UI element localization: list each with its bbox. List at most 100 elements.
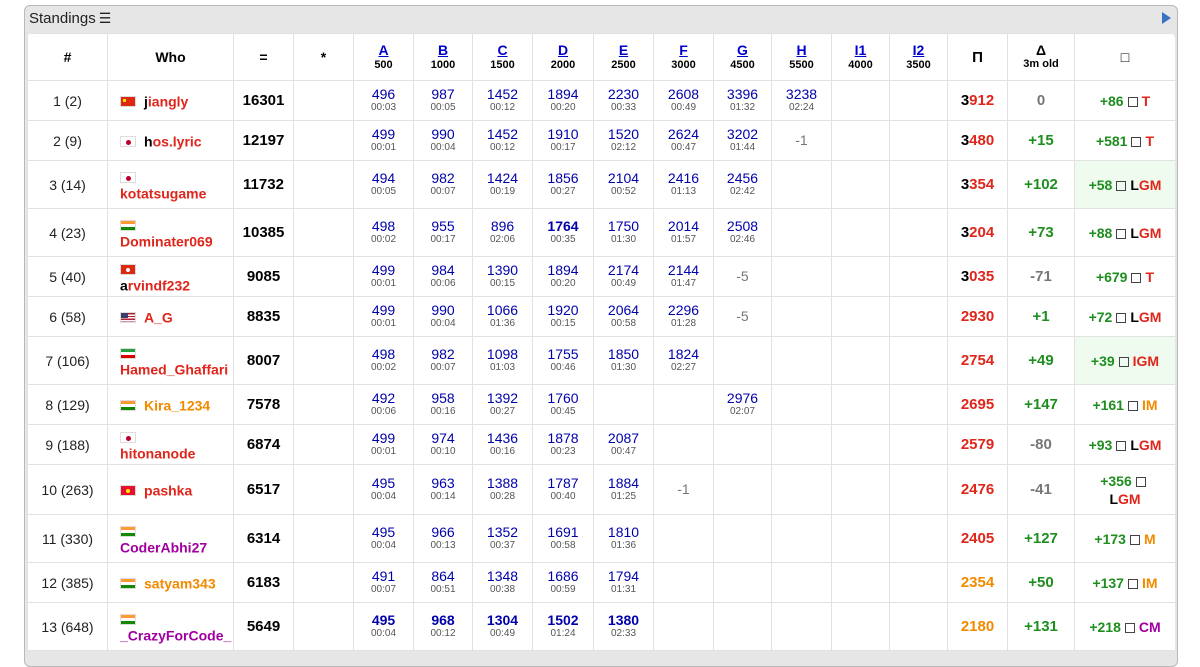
problem-header-e[interactable]: E 2500	[593, 33, 654, 81]
problem-result-cell[interactable]: 984 00:06	[413, 256, 473, 297]
problem-result-cell[interactable]: 1920 00:15	[532, 296, 594, 337]
problem-result-cell[interactable]: 2144 01:47	[653, 256, 714, 297]
problem-result-cell[interactable]	[713, 562, 772, 603]
problem-result-cell[interactable]: -5	[713, 296, 772, 337]
problem-result-cell[interactable]: 1787 00:40	[532, 464, 594, 515]
problem-result-cell[interactable]: 3396 01:32	[713, 80, 772, 121]
problem-result-cell[interactable]	[831, 80, 890, 121]
participant-handle[interactable]: hitonanode	[120, 445, 195, 461]
problem-result-cell[interactable]	[653, 602, 714, 651]
problem-result-cell[interactable]	[831, 514, 890, 563]
problem-result-cell[interactable]	[889, 208, 948, 257]
problem-result-cell[interactable]	[713, 514, 772, 563]
participant-handle[interactable]: hos.lyric	[144, 133, 202, 149]
problem-result-cell[interactable]	[713, 464, 772, 515]
participant-handle[interactable]: pashka	[144, 482, 192, 498]
problem-result-cell[interactable]: 1380 02:33	[593, 602, 654, 651]
problem-link[interactable]: D	[533, 42, 593, 58]
problem-result-cell[interactable]: 492 00:06	[353, 384, 414, 425]
problem-result-cell[interactable]: 2508 02:46	[713, 208, 772, 257]
problem-header-d[interactable]: D 2000	[532, 33, 594, 81]
problem-result-cell[interactable]	[831, 424, 890, 465]
problem-result-cell[interactable]: 495 00:04	[353, 602, 414, 651]
problem-result-cell[interactable]: 1352 00:37	[472, 514, 533, 563]
problem-result-cell[interactable]: 1436 00:16	[472, 424, 533, 465]
problem-result-cell[interactable]: 1764 00:35	[532, 208, 594, 257]
problem-result-cell[interactable]	[771, 208, 832, 257]
problem-result-cell[interactable]: -5	[713, 256, 772, 297]
problem-result-cell[interactable]: 1760 00:45	[532, 384, 594, 425]
problem-result-cell[interactable]: 1388 00:28	[472, 464, 533, 515]
problem-link[interactable]: B	[414, 42, 472, 58]
problem-result-cell[interactable]: 499 00:01	[353, 424, 414, 465]
participant-handle[interactable]: arvindf232	[120, 277, 190, 293]
problem-result-cell[interactable]: 982 00:07	[413, 160, 473, 209]
problem-result-cell[interactable]	[889, 336, 948, 385]
problem-result-cell[interactable]: 1098 01:03	[472, 336, 533, 385]
problem-result-cell[interactable]: 495 00:04	[353, 464, 414, 515]
problem-result-cell[interactable]: 1452 00:12	[472, 80, 533, 121]
triangle-right-icon[interactable]	[1162, 12, 1171, 24]
problem-header-g[interactable]: G 4500	[713, 33, 772, 81]
problem-result-cell[interactable]: 2456 02:42	[713, 160, 772, 209]
problem-result-cell[interactable]	[889, 514, 948, 563]
problem-result-cell[interactable]	[831, 464, 890, 515]
problem-result-cell[interactable]	[771, 336, 832, 385]
problem-result-cell[interactable]	[831, 602, 890, 651]
problem-result-cell[interactable]: 955 00:17	[413, 208, 473, 257]
problem-result-cell[interactable]: 2608 00:49	[653, 80, 714, 121]
problem-result-cell[interactable]: 1348 00:38	[472, 562, 533, 603]
problem-result-cell[interactable]	[889, 464, 948, 515]
problem-result-cell[interactable]: -1	[771, 120, 832, 161]
problem-link[interactable]: E	[594, 42, 653, 58]
problem-link[interactable]: C	[473, 42, 532, 58]
problem-result-cell[interactable]: 1810 01:36	[593, 514, 654, 563]
problem-result-cell[interactable]	[831, 384, 890, 425]
problem-result-cell[interactable]: 963 00:14	[413, 464, 473, 515]
problem-result-cell[interactable]: 498 00:02	[353, 336, 414, 385]
problem-result-cell[interactable]	[653, 514, 714, 563]
problem-result-cell[interactable]	[771, 464, 832, 515]
problem-header-b[interactable]: B 1000	[413, 33, 473, 81]
problem-result-cell[interactable]: 2230 00:33	[593, 80, 654, 121]
problem-result-cell[interactable]: 499 00:01	[353, 256, 414, 297]
problem-header-h[interactable]: H 5500	[771, 33, 832, 81]
problem-result-cell[interactable]	[831, 562, 890, 603]
problem-result-cell[interactable]: 896 02:06	[472, 208, 533, 257]
problem-header-c[interactable]: C 1500	[472, 33, 533, 81]
problem-result-cell[interactable]: 495 00:04	[353, 514, 414, 563]
problem-result-cell[interactable]: 968 00:12	[413, 602, 473, 651]
problem-result-cell[interactable]: 2174 00:49	[593, 256, 654, 297]
problem-result-cell[interactable]	[653, 424, 714, 465]
problem-result-cell[interactable]: 1894 00:20	[532, 256, 594, 297]
problem-result-cell[interactable]: 1691 00:58	[532, 514, 594, 563]
problem-result-cell[interactable]	[771, 602, 832, 651]
participant-handle[interactable]: satyam343	[144, 575, 216, 591]
problem-result-cell[interactable]	[771, 384, 832, 425]
problem-result-cell[interactable]	[889, 562, 948, 603]
problem-result-cell[interactable]: 1424 00:19	[472, 160, 533, 209]
problem-result-cell[interactable]	[889, 80, 948, 121]
problem-result-cell[interactable]: 2014 01:57	[653, 208, 714, 257]
problem-result-cell[interactable]	[831, 120, 890, 161]
problem-result-cell[interactable]	[653, 384, 714, 425]
problem-result-cell[interactable]: 2416 01:13	[653, 160, 714, 209]
problem-result-cell[interactable]: 990 00:04	[413, 120, 473, 161]
problem-result-cell[interactable]: 1686 00:59	[532, 562, 594, 603]
problem-result-cell[interactable]	[771, 562, 832, 603]
problem-result-cell[interactable]	[831, 160, 890, 209]
problem-result-cell[interactable]: 2296 01:28	[653, 296, 714, 337]
problem-result-cell[interactable]	[713, 336, 772, 385]
problem-result-cell[interactable]	[831, 208, 890, 257]
participant-handle[interactable]: jiangly	[144, 93, 188, 109]
problem-result-cell[interactable]: 958 00:16	[413, 384, 473, 425]
problem-header-i2[interactable]: I2 3500	[889, 33, 948, 81]
problem-result-cell[interactable]	[771, 160, 832, 209]
problem-link[interactable]: I1	[832, 42, 889, 58]
problem-result-cell[interactable]: 494 00:05	[353, 160, 414, 209]
problem-header-i1[interactable]: I1 4000	[831, 33, 890, 81]
problem-result-cell[interactable]: 1878 00:23	[532, 424, 594, 465]
participant-handle[interactable]: A_G	[144, 309, 173, 325]
problem-result-cell[interactable]: 2087 00:47	[593, 424, 654, 465]
problem-result-cell[interactable]: 1824 02:27	[653, 336, 714, 385]
